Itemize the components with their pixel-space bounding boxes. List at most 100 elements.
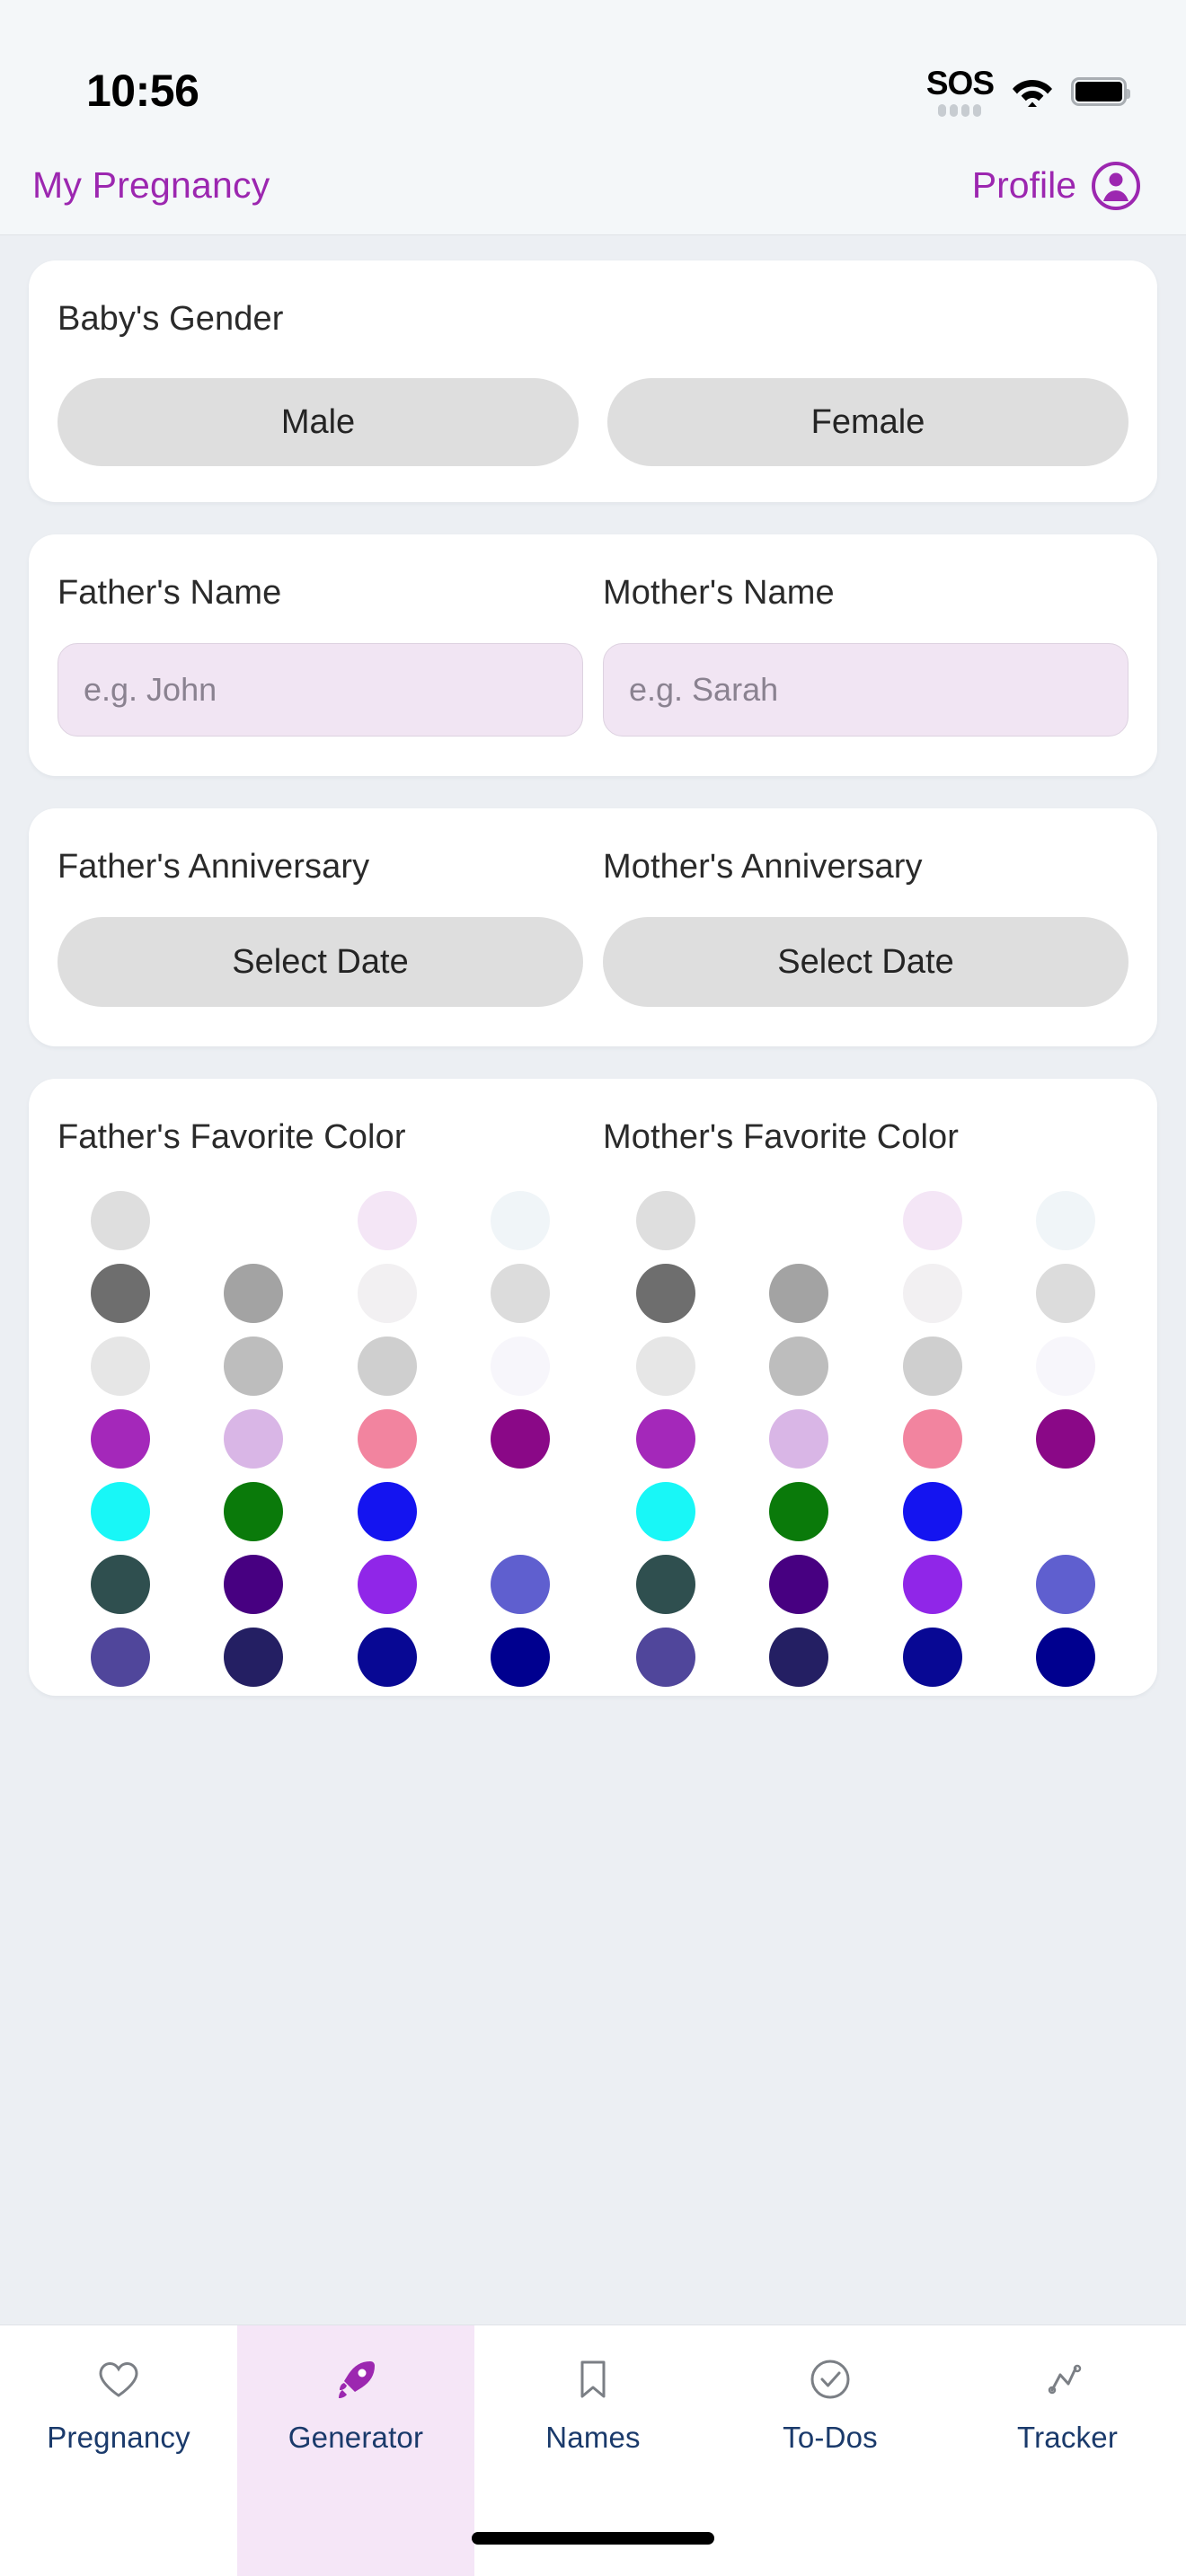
mother-color-swatch[interactable] [1035,1337,1095,1396]
scroll-content[interactable]: Baby's Gender Male Female Father's Name … [0,235,1186,2325]
mother-color-swatch[interactable] [769,1337,829,1396]
page-title: My Pregnancy [32,164,270,206]
mother-color-swatch[interactable] [769,1409,829,1469]
mother-color-swatch[interactable] [769,1628,829,1687]
mother-color-label: Mother's Favorite Color [603,1118,960,1156]
mother-select-date-button[interactable]: Select Date [603,917,1128,1007]
father-color-swatch[interactable] [224,1482,284,1541]
mother-color-swatch[interactable] [902,1628,962,1687]
status-time: 10:56 [86,66,199,116]
status-bar: 10:56 SOS [0,0,1186,137]
father-color-swatch[interactable] [490,1409,550,1469]
bookmark-icon [570,2356,616,2403]
mother-color-grid[interactable] [603,1191,1128,1687]
favorite-color-card: Father's Favorite Color Mother's Favorit… [29,1079,1157,1696]
father-color-swatch[interactable] [224,1628,284,1687]
mother-name-label: Mother's Name [603,574,835,612]
mother-color-swatch[interactable] [902,1264,962,1323]
gender-option-female[interactable]: Female [607,378,1128,466]
app-screen: 10:56 SOS My Pregnancy Profile Baby's Ge… [0,0,1186,2576]
sos-label: SOS [925,65,995,101]
profile-button[interactable]: Profile [972,161,1157,211]
mother-color-swatch[interactable] [1035,1555,1095,1614]
father-color-swatch[interactable] [357,1482,417,1541]
father-color-swatch[interactable] [91,1628,151,1687]
father-select-date-button[interactable]: Select Date [58,917,583,1007]
mother-color-swatch[interactable] [1035,1191,1095,1250]
mother-color-swatch[interactable] [636,1482,696,1541]
signal-dots [938,104,982,117]
tab-pregnancy[interactable]: Pregnancy [0,2325,237,2501]
mother-color-swatch[interactable] [636,1191,696,1250]
mother-color-swatch[interactable] [636,1409,696,1469]
father-color-swatch[interactable] [357,1628,417,1687]
father-color-swatch[interactable] [224,1337,284,1396]
father-color-swatch[interactable] [91,1482,151,1541]
mother-color-swatch[interactable] [769,1264,829,1323]
battery-icon [1071,77,1130,106]
father-color-swatch[interactable] [91,1264,151,1323]
father-color-swatch[interactable] [490,1628,550,1687]
mother-color-swatch[interactable] [1035,1264,1095,1323]
mother-color-swatch[interactable] [636,1264,696,1323]
tab-todos[interactable]: To-Dos [712,2325,949,2501]
father-color-swatch[interactable] [490,1264,550,1323]
mother-color-swatch[interactable] [769,1555,829,1614]
tab-tracker[interactable]: Tracker [949,2325,1186,2501]
parent-names-card: Father's Name Mother's Name [29,534,1157,776]
mother-color-swatch[interactable] [1035,1409,1095,1469]
father-color-swatch[interactable] [91,1409,151,1469]
father-color-swatch[interactable] [490,1337,550,1396]
father-color-swatch[interactable] [224,1264,284,1323]
father-color-swatch[interactable] [357,1409,417,1469]
profile-label: Profile [971,164,1076,206]
father-color-swatch[interactable] [91,1337,151,1396]
gender-option-male[interactable]: Male [58,378,579,466]
father-color-swatch[interactable] [224,1409,284,1469]
father-color-swatch[interactable] [91,1191,151,1250]
home-indicator[interactable] [472,2532,714,2545]
father-color-swatch[interactable] [357,1191,417,1250]
mother-color-swatch[interactable] [902,1409,962,1469]
mother-color-swatch[interactable] [636,1628,696,1687]
father-anniversary-group: Father's Anniversary Select Date [58,848,583,1007]
tab-label: To-Dos [783,2421,878,2454]
status-indicators: SOS [925,65,1130,117]
father-name-group: Father's Name [58,574,583,737]
mother-color-swatch[interactable] [902,1482,962,1541]
tab-names[interactable]: Names [474,2325,712,2501]
father-anniversary-label: Father's Anniversary [58,848,370,886]
home-indicator-zone [0,2501,1186,2576]
sos-indicator: SOS [925,65,995,117]
color-labels-row: Father's Favorite Color Mother's Favorit… [58,1118,1128,1157]
mother-name-group: Mother's Name [603,574,1128,737]
father-color-swatch[interactable] [357,1264,417,1323]
father-color-swatch-empty [491,1482,550,1541]
father-color-swatch[interactable] [91,1555,151,1614]
mother-color-swatch[interactable] [636,1555,696,1614]
father-name-input[interactable] [58,643,583,737]
rocket-icon [332,2356,379,2403]
mother-color-swatch[interactable] [1035,1628,1095,1687]
tab-label: Tracker [1016,2421,1119,2454]
tab-generator[interactable]: Generator [237,2325,474,2501]
mother-color-swatch[interactable] [769,1482,829,1541]
mother-name-input[interactable] [603,643,1128,737]
mother-color-swatch[interactable] [902,1337,962,1396]
father-color-swatch[interactable] [357,1337,417,1396]
mother-color-swatch[interactable] [902,1191,962,1250]
navigation-header: My Pregnancy Profile [0,137,1186,235]
father-color-swatch[interactable] [490,1191,550,1250]
mother-anniversary-label: Mother's Anniversary [603,848,923,886]
father-color-swatch[interactable] [357,1555,417,1614]
bottom-tab-bar: Pregnancy Generator Names To-Dos Tracker [0,2325,1186,2501]
father-color-swatch[interactable] [224,1555,284,1614]
father-color-swatch[interactable] [490,1555,550,1614]
father-color-label: Father's Favorite Color [58,1118,406,1156]
mother-color-swatch[interactable] [636,1337,696,1396]
tab-label: Generator [288,2421,424,2454]
avatar-icon [1091,161,1141,211]
father-color-grid[interactable] [58,1191,583,1687]
mother-color-swatch[interactable] [902,1555,962,1614]
father-name-label: Father's Name [58,574,282,612]
